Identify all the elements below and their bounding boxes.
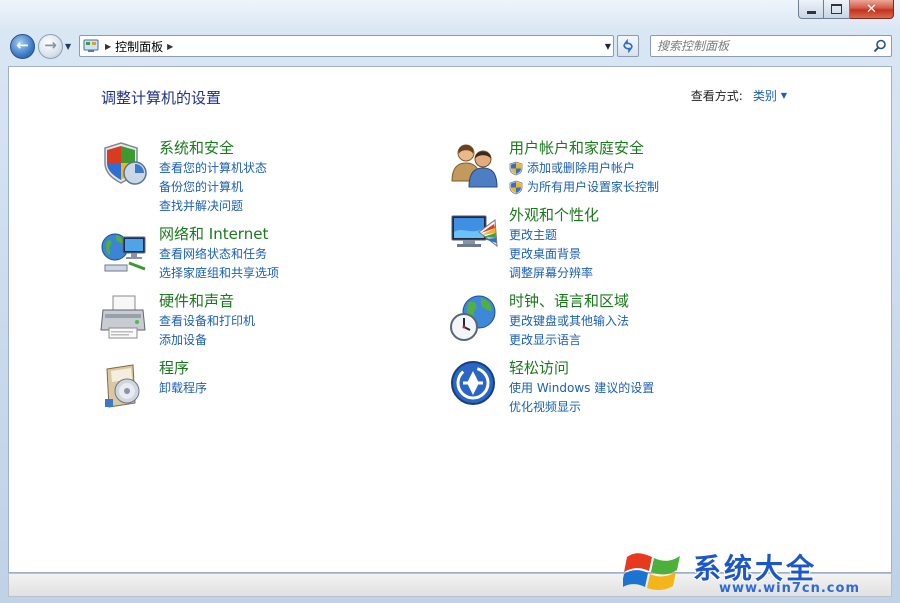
- view-by: 查看方式: 类别 ▼: [691, 87, 787, 104]
- view-by-value[interactable]: 类别: [753, 89, 777, 103]
- content-pane: 调整计算机的设置 查看方式: 类别 ▼ 系统和安全 查看您的计算机状态 备份您的计…: [8, 66, 892, 573]
- category-link[interactable]: 卸载程序: [159, 379, 207, 398]
- category-system-security: 系统和安全 查看您的计算机状态 备份您的计算机 查找并解决问题: [99, 139, 267, 216]
- category-body: 系统和安全 查看您的计算机状态 备份您的计算机 查找并解决问题: [159, 139, 267, 216]
- ease-of-access-icon[interactable]: [449, 359, 501, 411]
- breadcrumb-arrow-icon[interactable]: ▶: [167, 42, 173, 51]
- category-link[interactable]: 更改显示语言: [509, 331, 629, 350]
- category-link[interactable]: 添加设备: [159, 331, 255, 350]
- watermark-url: www.win7cn.com: [719, 581, 860, 596]
- category-link[interactable]: 查找并解决问题: [159, 197, 267, 216]
- address-dropdown-icon[interactable]: ▼: [605, 42, 611, 51]
- category-clock-language-region: 时钟、语言和区域 更改键盘或其他输入法 更改显示语言: [449, 292, 629, 350]
- category-link[interactable]: 查看网络状态和任务: [159, 245, 279, 264]
- category-ease-of-access: 轻松访问 使用 Windows 建议的设置 优化视频显示: [449, 359, 654, 417]
- refresh-icon: [623, 39, 633, 53]
- control-panel-icon: [83, 39, 99, 52]
- category-link[interactable]: 更改桌面背景: [509, 245, 599, 264]
- windows-logo-icon: [623, 553, 680, 591]
- page-title: 调整计算机的设置: [101, 89, 222, 107]
- search-icon[interactable]: [873, 39, 887, 53]
- network-icon[interactable]: [99, 225, 151, 277]
- uac-shield-icon: [509, 180, 523, 195]
- maximize-button[interactable]: [824, 0, 850, 19]
- navigation-bar: ← → ▼ ▶ 控制面板 ▶ ▼: [8, 32, 892, 60]
- category-title[interactable]: 外观和个性化: [509, 206, 599, 225]
- category-link[interactable]: 选择家庭组和共享选项: [159, 264, 279, 283]
- category-title[interactable]: 系统和安全: [159, 139, 267, 158]
- minimize-icon: [806, 10, 816, 14]
- category-appearance: 外观和个性化 更改主题 更改桌面背景 调整屏幕分辨率: [449, 206, 599, 283]
- back-arrow-icon: ←: [16, 36, 29, 54]
- globe-clock-icon[interactable]: [449, 292, 501, 344]
- category-title[interactable]: 网络和 Internet: [159, 225, 279, 244]
- category-link[interactable]: 为所有用户设置家长控制: [509, 178, 659, 197]
- title-bar[interactable]: [0, 0, 900, 30]
- category-body: 外观和个性化 更改主题 更改桌面背景 调整屏幕分辨率: [509, 206, 599, 283]
- category-link[interactable]: 调整屏幕分辨率: [509, 264, 599, 283]
- category-body: 用户帐户和家庭安全 添加或删除用户帐户 为所有用户设置家长控制: [509, 139, 659, 197]
- category-title[interactable]: 轻松访问: [509, 359, 654, 378]
- category-body: 轻松访问 使用 Windows 建议的设置 优化视频显示: [509, 359, 654, 417]
- recent-pages-dropdown[interactable]: ▼: [65, 42, 71, 51]
- refresh-button[interactable]: [617, 35, 639, 57]
- category-link[interactable]: 查看设备和打印机: [159, 312, 255, 331]
- category-link-text[interactable]: 添加或删除用户帐户: [527, 159, 635, 178]
- category-body: 硬件和声音 查看设备和打印机 添加设备: [159, 292, 255, 350]
- minimize-button[interactable]: [798, 0, 824, 19]
- shield-icon[interactable]: [99, 139, 151, 191]
- window-controls: ✕: [798, 0, 894, 20]
- category-link[interactable]: 优化视频显示: [509, 398, 654, 417]
- address-bar[interactable]: ▶ 控制面板 ▶ ▼: [79, 35, 614, 57]
- search-box[interactable]: [650, 35, 892, 57]
- category-link[interactable]: 备份您的计算机: [159, 178, 267, 197]
- category-link[interactable]: 添加或删除用户帐户: [509, 159, 659, 178]
- category-link[interactable]: 更改主题: [509, 226, 599, 245]
- forward-arrow-icon: →: [44, 36, 57, 54]
- category-title[interactable]: 程序: [159, 359, 207, 378]
- category-link-text[interactable]: 为所有用户设置家长控制: [527, 178, 659, 197]
- view-by-label: 查看方式:: [690, 89, 743, 103]
- category-body: 时钟、语言和区域 更改键盘或其他输入法 更改显示语言: [509, 292, 629, 350]
- watermark: 系统大全 www.win7cn.com: [623, 543, 893, 601]
- appearance-icon[interactable]: [449, 206, 501, 258]
- breadcrumb-control-panel[interactable]: 控制面板: [115, 38, 163, 55]
- category-link[interactable]: 查看您的计算机状态: [159, 159, 267, 178]
- category-title[interactable]: 用户帐户和家庭安全: [509, 139, 659, 158]
- category-link[interactable]: 更改键盘或其他输入法: [509, 312, 629, 331]
- category-network-internet: 网络和 Internet 查看网络状态和任务 选择家庭组和共享选项: [99, 225, 279, 283]
- category-link[interactable]: 使用 Windows 建议的设置: [509, 379, 654, 398]
- search-input[interactable]: [657, 38, 867, 54]
- maximize-icon: [831, 4, 842, 14]
- breadcrumb-separator-icon[interactable]: ▶: [105, 42, 111, 51]
- chevron-down-icon[interactable]: ▼: [781, 91, 787, 100]
- close-icon: ✕: [866, 1, 877, 17]
- category-programs: 程序 卸载程序: [99, 359, 207, 411]
- category-title[interactable]: 时钟、语言和区域: [509, 292, 629, 311]
- view-by-dropdown[interactable]: 类别 ▼: [753, 87, 787, 104]
- forward-button[interactable]: →: [38, 34, 63, 59]
- close-button[interactable]: ✕: [850, 0, 894, 19]
- uac-shield-icon: [509, 161, 523, 176]
- programs-icon[interactable]: [99, 359, 151, 411]
- category-body: 网络和 Internet 查看网络状态和任务 选择家庭组和共享选项: [159, 225, 279, 283]
- category-hardware-sound: 硬件和声音 查看设备和打印机 添加设备: [99, 292, 255, 350]
- printer-icon[interactable]: [99, 292, 151, 344]
- category-user-accounts: 用户帐户和家庭安全 添加或删除用户帐户 为所有用户设置家长控制: [449, 139, 659, 197]
- back-button[interactable]: ←: [10, 34, 35, 59]
- category-body: 程序 卸载程序: [159, 359, 207, 411]
- category-title[interactable]: 硬件和声音: [159, 292, 255, 311]
- users-icon[interactable]: [449, 139, 501, 191]
